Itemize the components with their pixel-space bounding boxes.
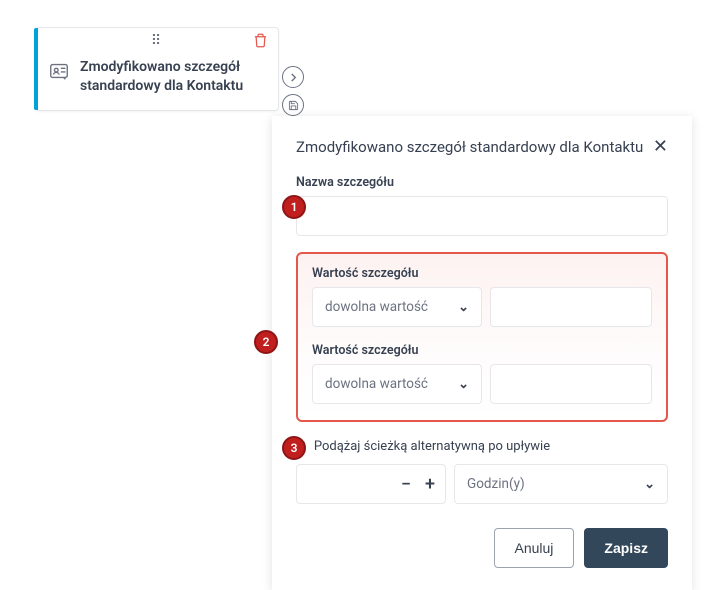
save-button[interactable]: Zapisz	[584, 528, 668, 568]
workflow-step-card[interactable]: ⠿ Zmodyfikowano szczegół standardowy dla…	[35, 27, 279, 111]
close-icon[interactable]: ✕	[653, 136, 668, 157]
card-toolbar: ⠿	[36, 28, 278, 54]
plus-button[interactable]: +	[425, 474, 435, 495]
time-row: − + Godzin(y) ⌄	[296, 464, 668, 504]
annotation-badge-1: 1	[282, 195, 306, 219]
config-panel: Zmodyfikowano szczegół standardowy dla K…	[272, 116, 692, 590]
alt-path-row: ⧖ Podążaj ścieżką alternatywną po upływi…	[296, 438, 668, 454]
chevron-down-icon: ⌄	[458, 300, 469, 315]
cancel-button[interactable]: Anuluj	[494, 528, 575, 568]
card-side-actions	[282, 66, 304, 116]
select-text: dowolna wartość	[325, 299, 428, 315]
chevron-down-icon: ⌄	[458, 377, 469, 392]
select-text: dowolna wartość	[325, 376, 428, 392]
panel-header: Zmodyfikowano szczegół standardowy dla K…	[296, 136, 668, 157]
detail-value-select-2[interactable]: dowolna wartość ⌄	[312, 364, 482, 404]
detail-value-section-1: Wartość szczegółu dowolna wartość ⌄	[312, 266, 652, 327]
annotation-badge-2: 2	[254, 330, 278, 354]
panel-title: Zmodyfikowano szczegół standardowy dla K…	[296, 138, 643, 156]
detail-name-input[interactable]	[296, 196, 668, 236]
detail-value-label-2: Wartość szczegółu	[312, 343, 652, 358]
detail-name-field: Nazwa szczegółu	[296, 175, 668, 236]
save-step-button[interactable]	[282, 94, 304, 116]
card-body: Zmodyfikowano szczegół standardowy dla K…	[36, 54, 278, 110]
drag-handle-icon[interactable]: ⠿	[151, 33, 163, 49]
expand-button[interactable]	[282, 66, 304, 88]
detail-value-highlight: Wartość szczegółu dowolna wartość ⌄ Wart…	[296, 252, 668, 422]
detail-value-select-1[interactable]: dowolna wartość ⌄	[312, 287, 482, 327]
detail-name-label: Nazwa szczegółu	[296, 175, 668, 190]
unit-text: Godzin(y)	[467, 476, 525, 492]
detail-value-input-1[interactable]	[490, 287, 652, 327]
chevron-down-icon: ⌄	[644, 477, 655, 492]
annotation-badge-3: 3	[282, 436, 306, 460]
detail-value-section-2: Wartość szczegółu dowolna wartość ⌄	[312, 343, 652, 404]
contact-detail-icon	[48, 60, 70, 82]
alt-path-label: Podążaj ścieżką alternatywną po upływie	[314, 439, 550, 454]
delete-icon[interactable]	[253, 33, 268, 52]
minus-button[interactable]: −	[401, 474, 411, 495]
unit-select[interactable]: Godzin(y) ⌄	[454, 464, 668, 504]
detail-value-input-2[interactable]	[490, 364, 652, 404]
panel-footer: Anuluj Zapisz	[296, 528, 668, 568]
card-title: Zmodyfikowano szczegół standardowy dla K…	[80, 58, 266, 96]
detail-value-label-1: Wartość szczegółu	[312, 266, 652, 281]
duration-stepper[interactable]: − +	[296, 464, 446, 504]
